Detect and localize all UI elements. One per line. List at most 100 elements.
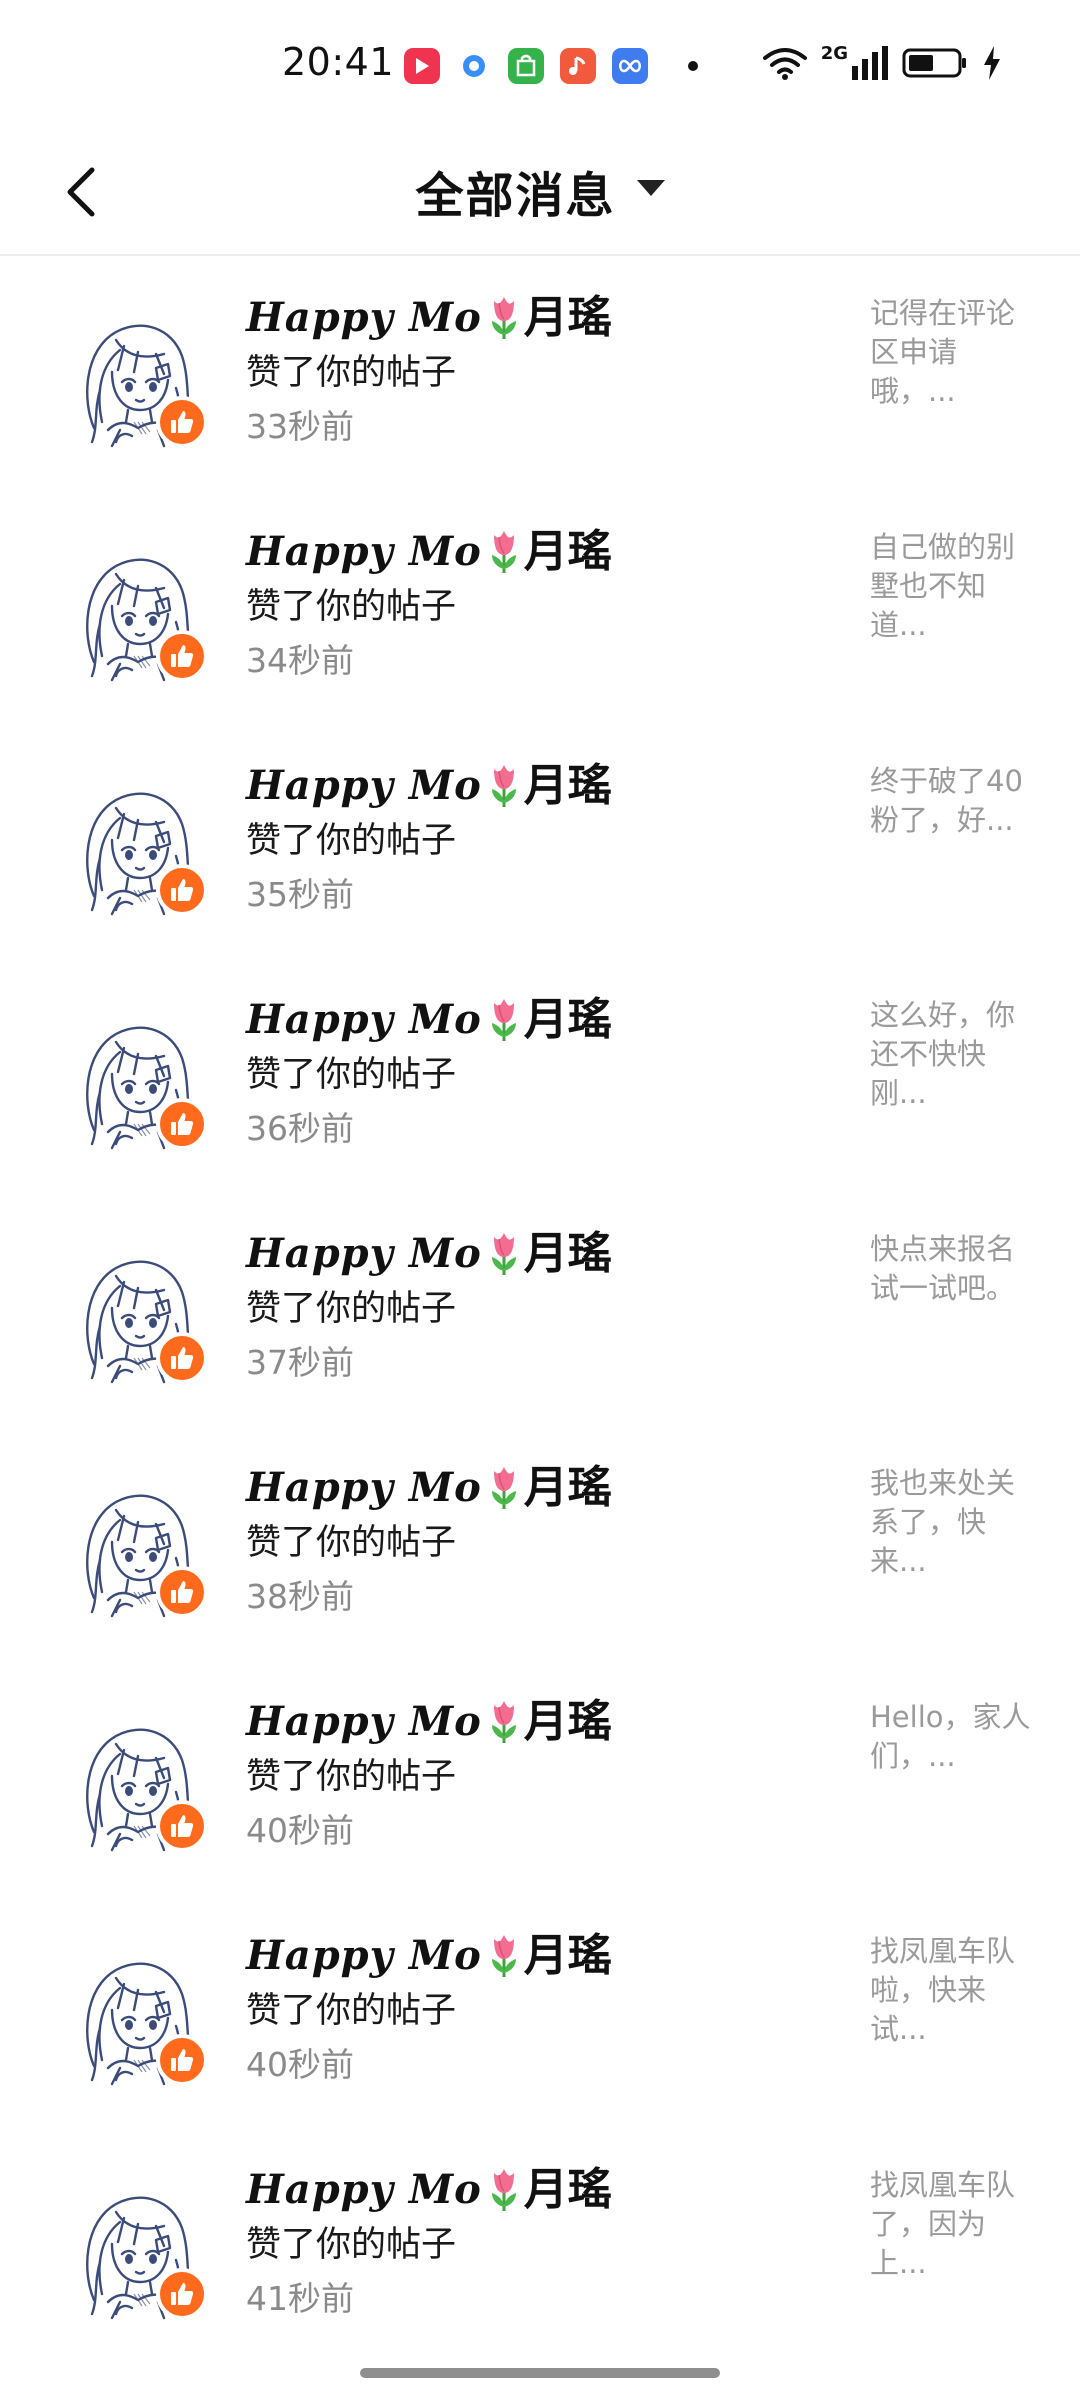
- signal-icon: [852, 46, 888, 80]
- message-body: Happy Mo 月瑤 赞了你的帖子 35秒前: [246, 758, 806, 920]
- thumbs-up-icon: [171, 2283, 194, 2305]
- timestamp: 40秒前: [246, 2045, 354, 2084]
- message-item[interactable]: Happy Mo 月瑤 赞了你的帖子 40秒前 找凤凰车队啦，快来试...: [0, 1894, 1080, 2128]
- action-text: 赞了你的帖子: [246, 1289, 457, 1329]
- message-item[interactable]: Happy Mo 月瑤 赞了你的帖子 34秒前 自己做的别墅也不知道...: [0, 490, 1080, 724]
- thumbs-up-icon: [171, 2049, 194, 2071]
- post-preview[interactable]: 记得在评论区申请哦，...: [870, 294, 1040, 411]
- tulip-icon: [491, 1467, 516, 1509]
- user-name[interactable]: Happy Mo 月瑤: [246, 2162, 806, 2218]
- message-filter-dropdown[interactable]: 全部消息: [0, 156, 1080, 226]
- like-badge: [156, 1566, 208, 1618]
- action-text: 赞了你的帖子: [246, 587, 457, 627]
- like-badge: [156, 864, 208, 916]
- message-body: Happy Mo 月瑤 赞了你的帖子 40秒前: [246, 1928, 806, 2090]
- avatar[interactable]: [72, 544, 208, 684]
- action-text: 赞了你的帖子: [246, 1991, 457, 2031]
- message-item[interactable]: Happy Mo 月瑤 赞了你的帖子 38秒前 我也来处关系了，快来...: [0, 1426, 1080, 1660]
- user-name[interactable]: Happy Mo 月瑤: [246, 1460, 806, 1516]
- timestamp: 40秒前: [246, 1811, 354, 1850]
- post-preview[interactable]: 快点来报名试一试吧。: [870, 1230, 1040, 1308]
- tulip-icon: [491, 531, 516, 573]
- post-preview[interactable]: 终于破了40粉了，好...: [870, 762, 1040, 840]
- tulip-icon: [491, 999, 516, 1041]
- user-name-cjk: 月瑤: [523, 1228, 612, 1279]
- user-name[interactable]: Happy Mo 月瑤: [246, 758, 806, 814]
- tulip-icon: [491, 1701, 516, 1743]
- avatar[interactable]: [72, 1012, 208, 1152]
- like-badge: [156, 396, 208, 448]
- message-item[interactable]: Happy Mo 月瑤 赞了你的帖子 36秒前 这么好，你还不快快刚...: [0, 958, 1080, 1192]
- thumbs-up-icon: [171, 1815, 194, 1837]
- message-item[interactable]: Happy Mo 月瑤 赞了你的帖子 41秒前 找凤凰车队了，因为上...: [0, 2128, 1080, 2362]
- avatar[interactable]: [72, 1480, 208, 1620]
- post-preview[interactable]: 我也来处关系了，快来...: [870, 1464, 1040, 1581]
- timestamp: 38秒前: [246, 1577, 354, 1616]
- action-text: 赞了你的帖子: [246, 353, 457, 393]
- avatar[interactable]: [72, 1714, 208, 1854]
- like-badge: [156, 630, 208, 682]
- user-name-cjk: 月瑤: [523, 994, 612, 1045]
- message-item[interactable]: Happy Mo 月瑤 赞了你的帖子 33秒前 记得在评论区申请哦，...: [0, 256, 1080, 490]
- video-app-icon: [404, 48, 440, 84]
- avatar[interactable]: [72, 2182, 208, 2322]
- wifi-icon: [762, 48, 807, 80]
- tulip-icon: [491, 297, 516, 339]
- avatar[interactable]: [72, 310, 208, 450]
- like-badge: [156, 1800, 208, 1852]
- user-name[interactable]: Happy Mo 月瑤: [246, 1694, 806, 1750]
- post-preview[interactable]: 自己做的别墅也不知道...: [870, 528, 1040, 645]
- user-name-cjk: 月瑤: [523, 292, 612, 343]
- post-preview[interactable]: Hello，家人们，...: [870, 1698, 1040, 1776]
- avatar[interactable]: [72, 1246, 208, 1386]
- user-name-latin: Happy Mo: [246, 762, 482, 809]
- post-preview[interactable]: 找凤凰车队了，因为上...: [870, 2166, 1040, 2283]
- message-item[interactable]: Happy Mo 月瑤 赞了你的帖子 40秒前 Hello，家人们，...: [0, 1660, 1080, 1894]
- notification-dot-icon: [688, 61, 698, 71]
- user-name-latin: Happy Mo: [246, 2166, 482, 2213]
- user-name-latin: Happy Mo: [246, 1698, 482, 1745]
- charging-icon: [984, 46, 1000, 80]
- user-name-cjk: 月瑤: [523, 1462, 612, 1513]
- tulip-icon: [491, 1935, 516, 1977]
- thumbs-up-icon: [171, 411, 194, 433]
- timestamp: 36秒前: [246, 1109, 354, 1148]
- home-indicator[interactable]: [360, 2368, 720, 2378]
- status-indicators: 2G: [762, 43, 1002, 80]
- user-name-cjk: 月瑤: [523, 760, 612, 811]
- timestamp: 35秒前: [246, 875, 354, 914]
- message-body: Happy Mo 月瑤 赞了你的帖子 40秒前: [246, 1694, 806, 1856]
- message-item[interactable]: Happy Mo 月瑤 赞了你的帖子 37秒前 快点来报名试一试吧。: [0, 1192, 1080, 1426]
- avatar[interactable]: [72, 778, 208, 918]
- user-name-cjk: 月瑤: [523, 1696, 612, 1747]
- user-name-latin: Happy Mo: [246, 294, 482, 341]
- user-name[interactable]: Happy Mo 月瑤: [246, 524, 806, 580]
- post-preview[interactable]: 这么好，你还不快快刚...: [870, 996, 1040, 1113]
- user-name[interactable]: Happy Mo 月瑤: [246, 290, 806, 346]
- action-text: 赞了你的帖子: [246, 2225, 457, 2265]
- timestamp: 37秒前: [246, 1343, 354, 1382]
- action-text: 赞了你的帖子: [246, 1055, 457, 1095]
- user-name-latin: Happy Mo: [246, 996, 482, 1043]
- message-body: Happy Mo 月瑤 赞了你的帖子 37秒前: [246, 1226, 806, 1388]
- thumbs-up-icon: [171, 1347, 194, 1369]
- action-text: 赞了你的帖子: [246, 821, 457, 861]
- timestamp: 33秒前: [246, 407, 354, 446]
- message-item[interactable]: Happy Mo 月瑤 赞了你的帖子 35秒前 终于破了40粉了，好...: [0, 724, 1080, 958]
- status-bar: 20:41 2G: [0, 0, 1080, 130]
- user-name[interactable]: Happy Mo 月瑤: [246, 1928, 806, 1984]
- timestamp: 41秒前: [246, 2279, 354, 2318]
- user-name-cjk: 月瑤: [523, 2164, 612, 2215]
- action-text: 赞了你的帖子: [246, 1523, 457, 1563]
- post-preview[interactable]: 找凤凰车队啦，快来试...: [870, 1932, 1040, 2049]
- action-text: 赞了你的帖子: [246, 1757, 457, 1797]
- status-time: 20:41: [282, 40, 395, 84]
- avatar[interactable]: [72, 1948, 208, 2088]
- user-name[interactable]: Happy Mo 月瑤: [246, 1226, 806, 1282]
- user-name[interactable]: Happy Mo 月瑤: [246, 992, 806, 1048]
- timestamp: 34秒前: [246, 641, 354, 680]
- status-app-icons: [404, 48, 698, 84]
- message-body: Happy Mo 月瑤 赞了你的帖子 36秒前: [246, 992, 806, 1154]
- infinity-app-icon: [612, 48, 648, 84]
- thumbs-up-icon: [171, 1581, 194, 1603]
